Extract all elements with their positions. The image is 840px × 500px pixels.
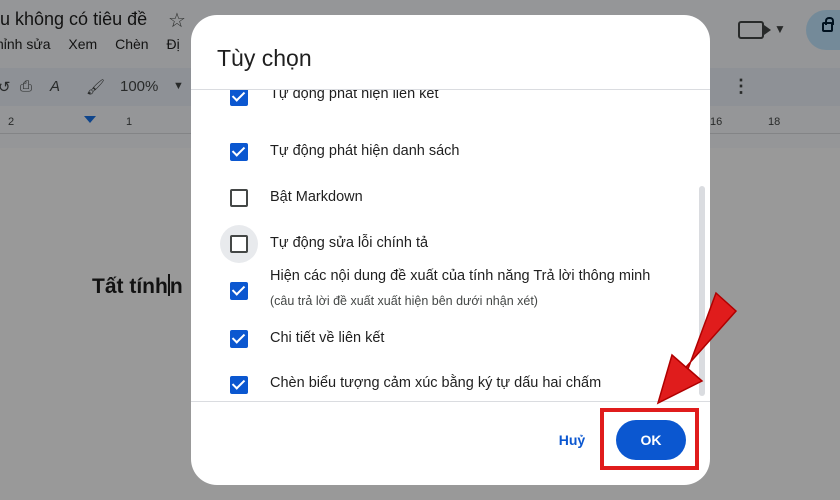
option-label: Tự động sửa lỗi chính tả — [270, 235, 429, 251]
option-label: Tự động phát hiện liên kết — [270, 90, 439, 102]
cancel-button[interactable]: Huỷ — [547, 427, 597, 453]
checkbox-checked[interactable] — [230, 330, 248, 348]
ok-highlight-box — [600, 408, 699, 470]
dialog-title: Tùy chọn — [217, 45, 312, 71]
pointer-arrow-icon — [656, 291, 738, 405]
checkbox-unchecked[interactable] — [230, 235, 248, 253]
checkbox-checked[interactable] — [230, 90, 248, 106]
checkbox-checked[interactable] — [230, 143, 248, 161]
option-label: Tự động phát hiện danh sách — [270, 143, 460, 159]
option-label: Bật Markdown — [270, 189, 363, 205]
arrow-shape — [656, 291, 738, 405]
option-label: Hiện các nội dung đề xuất của tính năng … — [270, 268, 651, 284]
checkbox-checked[interactable] — [230, 282, 248, 300]
option-label: Chi tiết về liên kết — [270, 330, 385, 346]
option-sublabel: (câu trả lời đề xuất xuất hiện bên dưới … — [270, 294, 538, 308]
checkbox-unchecked[interactable] — [230, 189, 248, 207]
option-label: Chèn biểu tượng cảm xúc bằng ký tự dấu h… — [270, 375, 602, 391]
checkbox-checked[interactable] — [230, 376, 248, 394]
